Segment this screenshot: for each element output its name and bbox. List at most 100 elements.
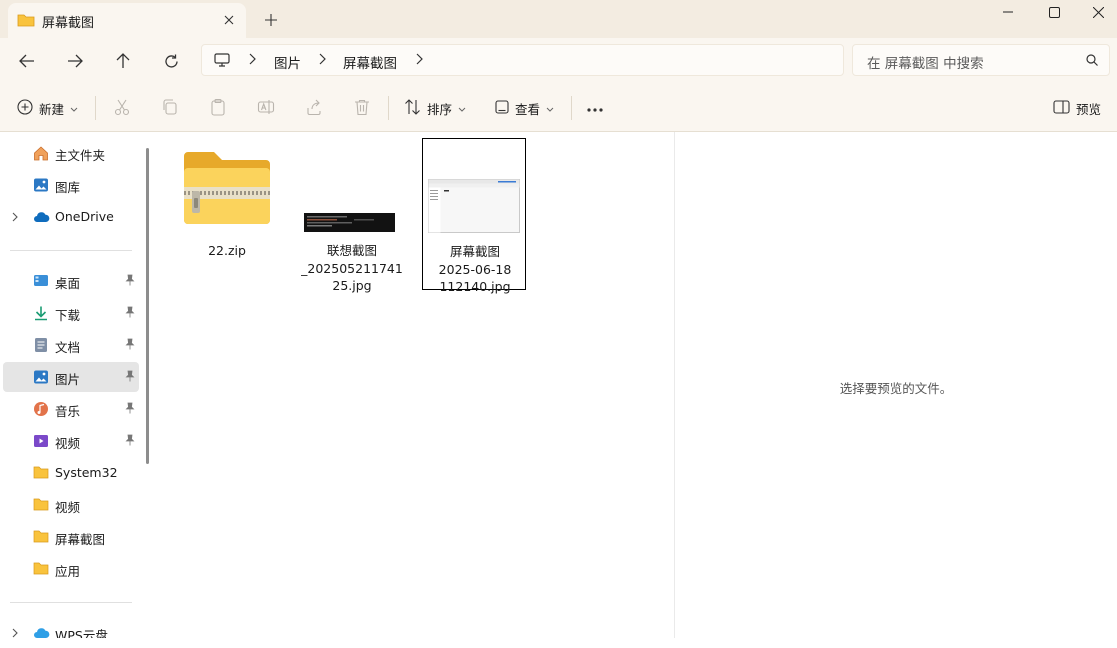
sidebar-item-videos-folder[interactable]: 视频 bbox=[3, 490, 139, 520]
folder-icon bbox=[33, 561, 49, 577]
rename-button[interactable] bbox=[257, 97, 275, 119]
plus-icon[interactable] bbox=[260, 9, 282, 31]
sidebar-item-label: 屏幕截图 bbox=[55, 532, 106, 547]
file-item[interactable]: 屏幕截图 2025-06-18 112140.jpg bbox=[422, 138, 526, 294]
search-icon[interactable] bbox=[1086, 54, 1098, 69]
document-icon bbox=[33, 337, 49, 353]
sidebar-item-label: OneDrive bbox=[55, 209, 114, 224]
file-name: 22.zip bbox=[208, 243, 246, 258]
more-options-button[interactable] bbox=[586, 97, 604, 119]
arrow-right-icon[interactable] bbox=[61, 47, 89, 75]
tab-title: 屏幕截图 bbox=[42, 16, 95, 31]
folder-icon bbox=[33, 465, 49, 481]
sidebar-item-label: System32 bbox=[55, 465, 118, 480]
download-icon bbox=[33, 305, 49, 321]
more-icon bbox=[586, 101, 604, 116]
sort-button[interactable]: 排序 bbox=[404, 97, 466, 119]
maximize-icon[interactable] bbox=[1031, 0, 1077, 24]
file-name: 联想截图 _202505211741 25.jpg bbox=[301, 243, 403, 293]
plus-circle-icon bbox=[17, 98, 33, 118]
sidebar-item-music[interactable]: 音乐 bbox=[3, 394, 139, 424]
sidebar-item-system32[interactable]: System32 bbox=[3, 458, 139, 488]
delete-button[interactable] bbox=[353, 97, 371, 119]
file-list[interactable]: 22.zip 联想截图 _202505211741 25.jpg 屏幕截图 20… bbox=[156, 132, 674, 638]
file-item[interactable]: 联想截图 _202505211741 25.jpg bbox=[300, 138, 404, 293]
toolbar-divider bbox=[95, 96, 96, 120]
trash-icon bbox=[353, 98, 371, 119]
sidebar-item-downloads[interactable]: 下载 bbox=[3, 298, 139, 328]
pin-icon[interactable] bbox=[125, 338, 135, 353]
sidebar-item-label: 主文件夹 bbox=[55, 148, 106, 163]
pin-icon[interactable] bbox=[125, 370, 135, 385]
folder-icon bbox=[33, 497, 49, 513]
sidebar-item-apps[interactable]: 应用 bbox=[3, 554, 139, 584]
address-bar[interactable]: 图片 屏幕截图 bbox=[201, 44, 844, 76]
arrow-left-icon[interactable] bbox=[13, 47, 41, 75]
sidebar-item-screenshots[interactable]: 屏幕截图 bbox=[3, 522, 139, 552]
sidebar-item-gallery[interactable]: 图库 bbox=[3, 170, 139, 200]
chevron-right-icon[interactable] bbox=[12, 210, 19, 225]
refresh-icon[interactable] bbox=[157, 47, 185, 75]
pin-icon[interactable] bbox=[125, 306, 135, 321]
picture-icon bbox=[33, 369, 49, 385]
zip-folder-icon bbox=[182, 150, 272, 229]
sidebar-item-label: 视频 bbox=[55, 500, 81, 515]
desktop-icon bbox=[33, 273, 49, 289]
sidebar-item-label: 下载 bbox=[55, 308, 81, 323]
preview-pane-icon bbox=[1053, 99, 1070, 117]
pin-icon[interactable] bbox=[125, 402, 135, 417]
preview-pane-button[interactable]: 预览 bbox=[1053, 97, 1101, 119]
gallery-icon bbox=[33, 177, 49, 193]
sidebar-scrollbar[interactable] bbox=[146, 148, 149, 464]
file-item[interactable]: 22.zip bbox=[175, 138, 279, 262]
scissors-icon bbox=[113, 98, 131, 119]
copy-button[interactable] bbox=[161, 97, 179, 119]
chevron-right-icon[interactable] bbox=[415, 53, 423, 68]
folder-icon bbox=[33, 529, 49, 545]
sidebar-item-videos[interactable]: 视频 bbox=[3, 426, 139, 456]
pin-icon[interactable] bbox=[125, 274, 135, 289]
sidebar-divider bbox=[10, 602, 132, 603]
chevron-down-icon bbox=[70, 101, 78, 116]
preview-label: 预览 bbox=[1076, 101, 1102, 117]
file-name: 屏幕截图 2025-06-18 112140.jpg bbox=[438, 244, 512, 294]
preview-pane: 选择要预览的文件。 bbox=[675, 132, 1117, 638]
search-placeholder: 在 屏幕截图 中搜索 bbox=[867, 56, 984, 72]
video-icon bbox=[33, 433, 49, 449]
sidebar-item-onedrive[interactable]: OneDrive bbox=[3, 202, 139, 232]
arrow-up-icon[interactable] bbox=[109, 47, 137, 75]
share-button[interactable] bbox=[305, 97, 323, 119]
view-button[interactable]: 查看 bbox=[495, 97, 554, 119]
minimize-icon[interactable] bbox=[985, 0, 1031, 24]
folder-icon bbox=[17, 13, 35, 30]
copy-icon bbox=[161, 98, 179, 119]
home-icon bbox=[33, 145, 49, 161]
chevron-right-icon[interactable] bbox=[318, 53, 326, 68]
sidebar-item-home[interactable]: 主文件夹 bbox=[3, 138, 139, 168]
tab-screenshots[interactable]: 屏幕截图 bbox=[8, 3, 246, 38]
music-icon bbox=[33, 401, 49, 417]
paste-button[interactable] bbox=[209, 97, 227, 119]
search-input[interactable]: 在 屏幕截图 中搜索 bbox=[852, 44, 1110, 76]
share-icon bbox=[305, 98, 323, 119]
rename-icon bbox=[257, 98, 275, 119]
sidebar-item-label: 图片 bbox=[55, 372, 81, 387]
sidebar-item-desktop[interactable]: 桌面 bbox=[3, 266, 139, 296]
close-icon[interactable] bbox=[1075, 0, 1117, 24]
sidebar-item-label: 音乐 bbox=[55, 404, 81, 419]
sidebar-item-label: 桌面 bbox=[55, 276, 81, 291]
breadcrumb-item[interactable]: 图片 bbox=[274, 52, 301, 72]
toolbar-divider bbox=[571, 96, 572, 120]
pin-icon[interactable] bbox=[125, 434, 135, 449]
sidebar-item-documents[interactable]: 文档 bbox=[3, 330, 139, 360]
cut-button[interactable] bbox=[113, 97, 131, 119]
chevron-right-icon[interactable] bbox=[248, 53, 256, 68]
status-bar bbox=[0, 638, 1117, 646]
breadcrumb-item[interactable]: 屏幕截图 bbox=[343, 52, 397, 72]
sidebar-item-pictures[interactable]: 图片 bbox=[3, 362, 139, 392]
sidebar-item-label: 视频 bbox=[55, 436, 81, 451]
close-icon[interactable] bbox=[218, 9, 240, 31]
sort-icon bbox=[404, 98, 421, 118]
new-button[interactable]: 新建 bbox=[17, 97, 78, 119]
chevron-down-icon bbox=[458, 101, 466, 116]
